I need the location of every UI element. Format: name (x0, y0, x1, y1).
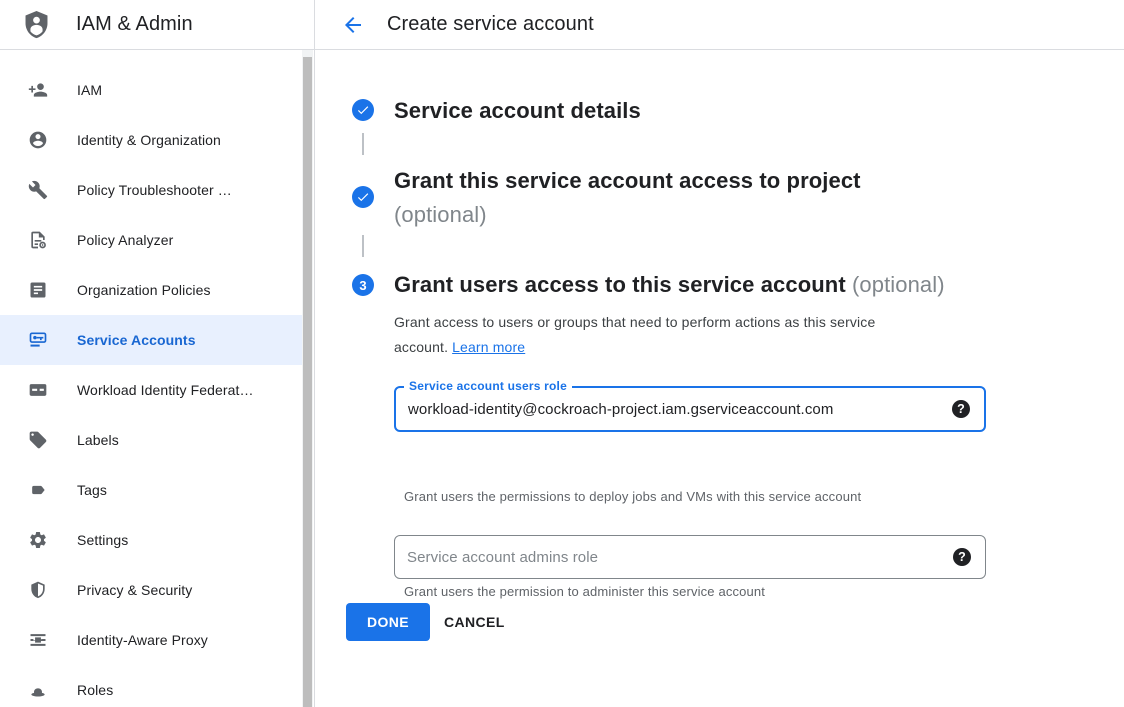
sidebar-item-roles[interactable]: Roles (0, 665, 303, 707)
step-connector (362, 235, 364, 257)
step3-optional-label: (optional) (852, 272, 945, 297)
hat-icon (28, 680, 48, 700)
description-line1: Grant access to users or groups that nee… (394, 314, 875, 330)
sidebar-item-label: Privacy & Security (77, 582, 192, 598)
page-header: Create service account (315, 0, 1124, 50)
step2-title-text: Grant this service account access to pro… (394, 168, 861, 193)
proxy-icon (28, 630, 48, 650)
person-add-icon (28, 80, 48, 100)
app-title: IAM & Admin (76, 13, 193, 36)
sidebar-item-label: Identity & Organization (77, 132, 221, 148)
sidebar-item-service-accounts[interactable]: Service Accounts (0, 315, 303, 365)
help-icon[interactable]: ? (953, 548, 971, 566)
step2-title: Grant this service account access to pro… (394, 164, 1034, 232)
step3-title: Grant users access to this service accou… (394, 268, 1094, 302)
service-account-admins-role-field: ? (394, 535, 986, 579)
article-icon (28, 280, 48, 300)
sidebar-item-identity-organization[interactable]: Identity & Organization (0, 115, 303, 165)
sidebar-scrollbar-thumb[interactable] (303, 57, 312, 707)
sidebar-item-label: Settings (77, 532, 128, 548)
done-button[interactable]: DONE (346, 603, 430, 641)
help-icon[interactable]: ? (952, 400, 970, 418)
app-window: IAM & Admin IAM Identity & Organization … (0, 0, 1124, 707)
sidebar-item-label: Policy Troubleshooter … (77, 182, 232, 198)
sidebar-item-label: Organization Policies (77, 282, 211, 298)
sidebar-item-policy-troubleshooter[interactable]: Policy Troubleshooter … (0, 165, 303, 215)
sidebar-item-identity-aware-proxy[interactable]: Identity-Aware Proxy (0, 615, 303, 665)
sidebar-item-tags[interactable]: Tags (0, 465, 303, 515)
iam-shield-icon (21, 8, 52, 42)
sidebar-item-label: Roles (77, 682, 113, 698)
sidebar-item-privacy-security[interactable]: Privacy & Security (0, 565, 303, 615)
tag-arrow-icon (28, 480, 48, 500)
sidebar-item-label: IAM (77, 82, 102, 98)
step3-title-text: Grant users access to this service accou… (394, 272, 846, 297)
learn-more-link[interactable]: Learn more (452, 339, 525, 355)
step1-done-check-icon (352, 99, 374, 121)
users-role-helper-text: Grant users the permissions to deploy jo… (404, 489, 861, 504)
sidebar-item-label: Labels (77, 432, 119, 448)
users-role-input[interactable] (396, 388, 952, 430)
main-panel: Create service account Service account d… (315, 0, 1124, 707)
description-line2: account. (394, 339, 448, 355)
back-arrow-icon[interactable] (341, 13, 365, 37)
sidebar-item-iam[interactable]: IAM (0, 65, 303, 115)
sidebar-item-label: Tags (77, 482, 107, 498)
sidebar-item-policy-analyzer[interactable]: Policy Analyzer (0, 215, 303, 265)
sidebar-item-label: Identity-Aware Proxy (77, 632, 208, 648)
admins-role-helper-text: Grant users the permission to administer… (404, 584, 765, 599)
sidebar: IAM & Admin IAM Identity & Organization … (0, 0, 315, 707)
step2-optional-label: (optional) (394, 202, 487, 227)
service-account-icon (28, 330, 48, 350)
sidebar-item-label: Service Accounts (77, 332, 196, 348)
sidebar-item-label: Workload Identity Federat… (77, 382, 254, 398)
sidebar-nav: IAM Identity & Organization Policy Troub… (0, 50, 314, 707)
shield-half-icon (28, 580, 48, 600)
step-connector (362, 133, 364, 155)
sidebar-header: IAM & Admin (0, 0, 314, 50)
policy-analyzer-icon (28, 230, 48, 250)
stepper-content: Service account details Grant this servi… (315, 50, 1124, 707)
card-icon (28, 380, 48, 400)
step1-title: Service account details (394, 94, 641, 128)
label-icon (28, 430, 48, 450)
wrench-icon (28, 180, 48, 200)
sidebar-item-settings[interactable]: Settings (0, 515, 303, 565)
account-circle-icon (28, 130, 48, 150)
sidebar-scrollbar[interactable] (302, 50, 313, 707)
service-account-users-role-field: Service account users role ? (394, 386, 986, 432)
sidebar-item-labels[interactable]: Labels (0, 415, 303, 465)
admins-role-input[interactable] (395, 536, 953, 578)
step3-description: Grant access to users or groups that nee… (394, 310, 954, 360)
step2-done-check-icon (352, 186, 374, 208)
sidebar-item-organization-policies[interactable]: Organization Policies (0, 265, 303, 315)
page-title: Create service account (387, 13, 594, 36)
sidebar-item-label: Policy Analyzer (77, 232, 173, 248)
cancel-button[interactable]: CANCEL (444, 603, 505, 641)
users-role-field-label: Service account users role (404, 379, 572, 393)
sidebar-item-workload-identity-federation[interactable]: Workload Identity Federat… (0, 365, 303, 415)
step3-number: 3 (359, 278, 366, 293)
gear-icon (28, 530, 48, 550)
step3-number-badge: 3 (352, 274, 374, 296)
